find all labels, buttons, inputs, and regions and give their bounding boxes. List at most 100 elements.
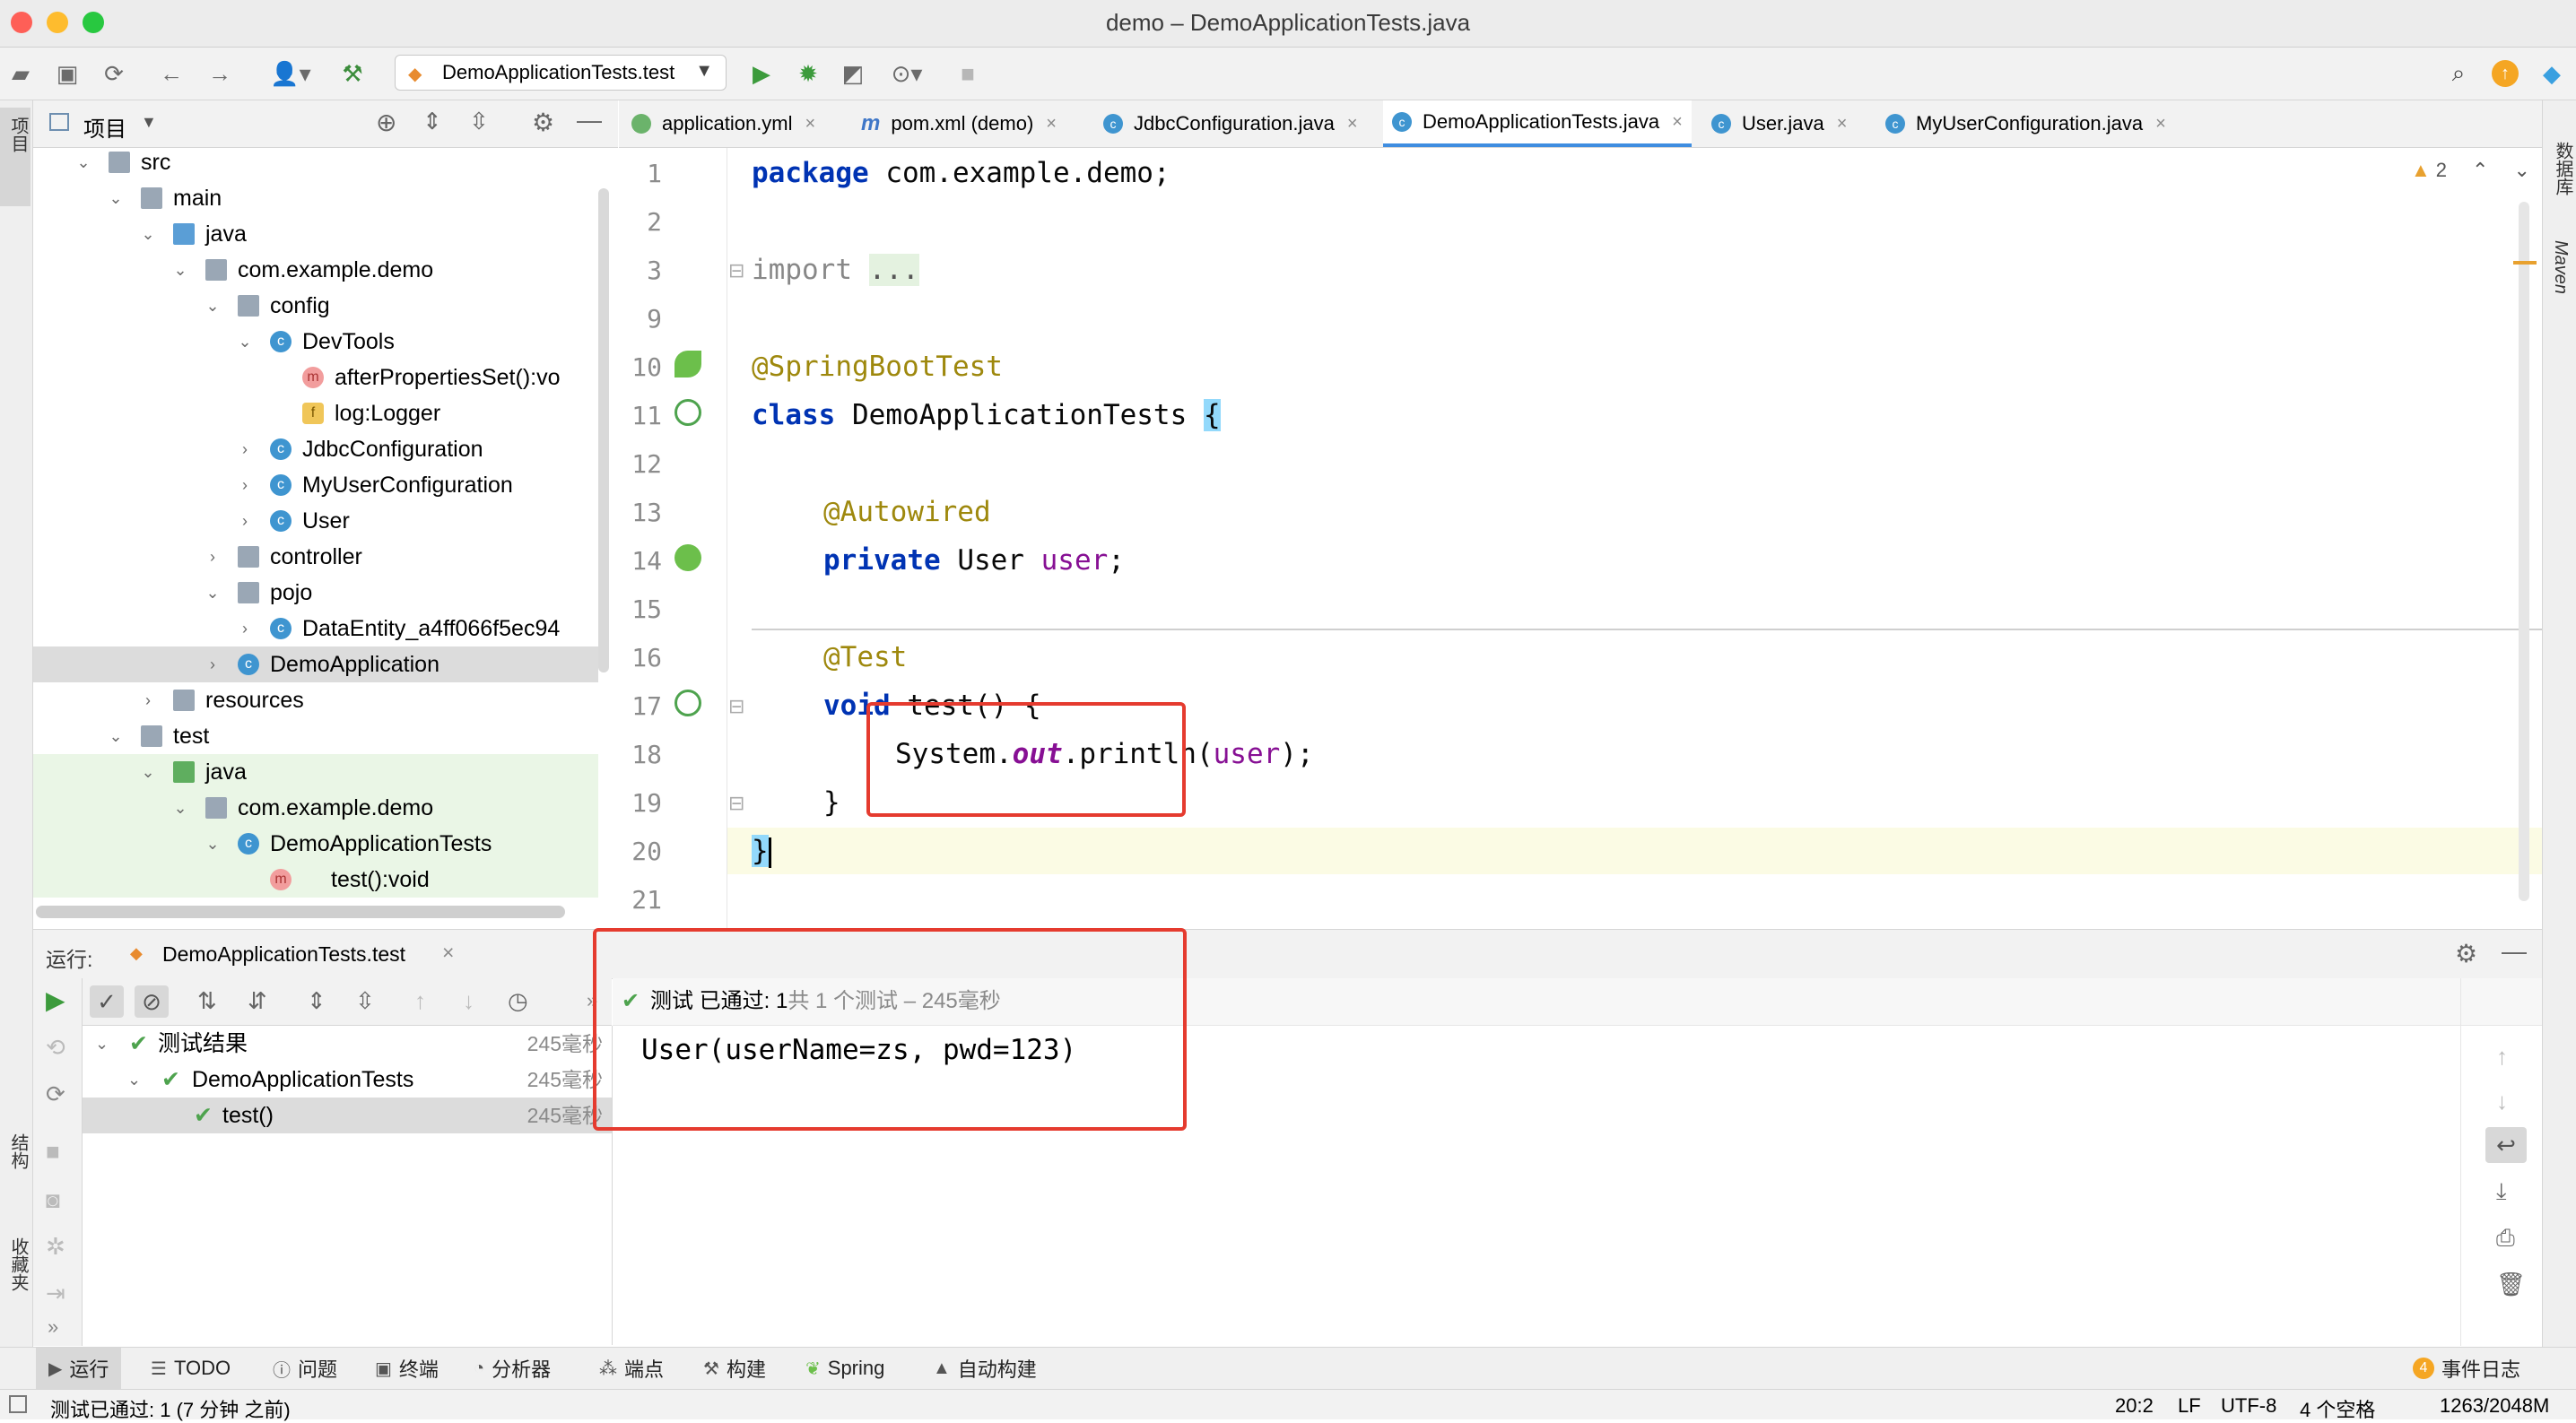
folded-imports[interactable]: ... xyxy=(868,254,919,286)
collapse-all-icon[interactable]: ⇳ xyxy=(469,108,489,135)
test-tree-class[interactable]: ⌄ ✔ DemoApplicationTests 245毫秒 xyxy=(83,1062,612,1098)
tree-item-config[interactable]: ⌄ config xyxy=(33,288,598,324)
update-icon[interactable]: ↑ xyxy=(2492,60,2519,87)
tab-spring[interactable]: ❦ Spring xyxy=(805,1348,884,1389)
sort-duration-icon[interactable]: ⇵ xyxy=(248,987,267,1015)
tab-build[interactable]: ⚒ 构建 xyxy=(703,1348,766,1389)
tab-problems[interactable]: ⓘ 问题 xyxy=(273,1348,337,1389)
tree-item-pojo[interactable]: ⌄ pojo xyxy=(33,575,598,611)
run-icon[interactable]: ▶ xyxy=(746,58,777,89)
close-icon[interactable]: × xyxy=(1046,114,1057,134)
close-icon[interactable]: × xyxy=(1837,114,1848,134)
memory-indicator[interactable]: 1263/2048M xyxy=(2440,1394,2549,1418)
project-tree-hscrollbar[interactable] xyxy=(36,906,565,918)
chevron-up-icon[interactable]: ⌃ xyxy=(2472,159,2488,182)
fold-icon[interactable]: ⊟ xyxy=(728,792,744,815)
tab-auto-build[interactable]: ▲ 自动构建 xyxy=(933,1348,1037,1389)
tree-item-resources[interactable]: › resources xyxy=(33,682,598,718)
tab-terminal[interactable]: ▣ 终端 xyxy=(375,1348,439,1389)
hide-panel-icon[interactable]: — xyxy=(2502,937,2527,966)
project-tool-button[interactable]: 项目 xyxy=(0,108,30,206)
tab-user-java[interactable]: c User.java × xyxy=(1711,100,1847,147)
autowired-gutter-icon[interactable] xyxy=(674,544,701,571)
favorites-tool-button[interactable]: 收藏夹 xyxy=(5,1237,31,1291)
coverage-icon[interactable]: ◩ xyxy=(838,58,868,89)
arrow-down-icon[interactable]: ↓ xyxy=(2496,1088,2508,1115)
scroll-to-end-icon[interactable]: ⤓ xyxy=(2496,1177,2507,1206)
jetbrains-toolbox-icon[interactable]: ◆ xyxy=(2537,58,2567,89)
warning-marker[interactable] xyxy=(2513,261,2537,265)
tree-item-demoapplicationtests[interactable]: ⌄ c DemoApplicationTests xyxy=(33,826,598,862)
fold-icon[interactable]: ⊟ xyxy=(728,695,744,718)
tree-item-test[interactable]: ⌄ test xyxy=(33,718,598,754)
tree-item-main[interactable]: ⌄ main xyxy=(33,180,598,216)
tab-run[interactable]: ▶ 运行 xyxy=(36,1348,122,1389)
inspection-widget[interactable]: ▲ 2 ⌃ ⌄ xyxy=(2411,159,2530,182)
print-icon[interactable]: ⎙ xyxy=(2496,1224,2515,1253)
line-separator[interactable]: LF xyxy=(2178,1394,2201,1418)
profile-icon[interactable]: ⊙▾ xyxy=(884,58,929,89)
tab-pom-xml[interactable]: m pom.xml (demo) × xyxy=(861,100,1057,147)
search-icon[interactable]: ⌕ xyxy=(2443,58,2474,89)
chevron-down-icon[interactable]: ▼ xyxy=(141,113,157,132)
indent-setting[interactable]: 4 个空格 xyxy=(2300,1394,2375,1423)
save-icon[interactable]: ▣ xyxy=(52,58,83,89)
history-icon[interactable]: ◷ xyxy=(508,987,528,1015)
run-test-gutter-icon[interactable] xyxy=(674,399,701,426)
fold-icon[interactable]: ⊟ xyxy=(728,259,744,282)
tree-item-src[interactable]: ⌄ src xyxy=(33,148,598,180)
back-icon[interactable]: ← xyxy=(156,58,187,89)
run-tab-label[interactable]: DemoApplicationTests.test xyxy=(162,942,405,967)
tab-myuserconfiguration[interactable]: c MyUserConfiguration.java × xyxy=(1885,100,2166,147)
debug-icon[interactable]: ✹ xyxy=(793,58,823,89)
tab-jdbcconfiguration[interactable]: c JdbcConfiguration.java × xyxy=(1103,100,1358,147)
tree-item-java[interactable]: ⌄ java xyxy=(33,216,598,252)
hide-panel-icon[interactable]: — xyxy=(577,106,602,134)
caret-position[interactable]: 20:2 xyxy=(2115,1394,2154,1418)
tree-item-user[interactable]: › c User xyxy=(33,503,598,539)
tab-demoapplicationtests[interactable]: c DemoApplicationTests.java × xyxy=(1383,100,1692,147)
tab-endpoints[interactable]: ⁂ 端点 xyxy=(599,1348,664,1389)
gear-icon[interactable]: ⚙ xyxy=(2455,939,2477,968)
camera-icon[interactable]: ◙ xyxy=(46,1186,60,1214)
tree-item-controller[interactable]: › controller xyxy=(33,539,598,575)
build-hammer-icon[interactable]: ⚒ xyxy=(337,58,368,89)
tree-item-demoapplication[interactable]: › c DemoApplication xyxy=(33,646,598,682)
tab-profiler[interactable]: ◔ 分析器 xyxy=(474,1348,551,1389)
arrow-up-icon[interactable]: ↑ xyxy=(414,987,426,1015)
tree-item-test-java[interactable]: ⌄ java xyxy=(33,754,598,790)
maven-tool-button[interactable]: Maven xyxy=(2550,240,2571,294)
locate-icon[interactable]: ⊕ xyxy=(376,108,396,137)
tree-item-myuserconfiguration[interactable]: › c MyUserConfiguration xyxy=(33,467,598,503)
settings-icon[interactable]: ✲ xyxy=(46,1233,65,1261)
close-icon[interactable]: × xyxy=(805,114,816,134)
code-editor[interactable]: 1 2 3 9 10 11 12 13 14 15 16 17 18 19 20… xyxy=(619,148,2542,928)
close-icon[interactable]: × xyxy=(1672,112,1683,133)
status-message[interactable]: 测试已通过: 1 (7 分钟 之前) xyxy=(50,1394,291,1423)
expand-all-icon[interactable]: ⇕ xyxy=(307,987,326,1015)
tab-todo[interactable]: ☰ TODO xyxy=(151,1348,231,1389)
editor-scrollbar[interactable] xyxy=(2519,202,2529,901)
run-test-gutter-icon[interactable] xyxy=(674,690,701,716)
tree-item-log[interactable]: f log:Logger xyxy=(33,395,598,431)
console-output[interactable]: ✔ 测试 已通过: 1共 1 个测试 – 245毫秒 User(userName… xyxy=(593,928,2542,1346)
exit-icon[interactable]: ⇥ xyxy=(46,1280,65,1307)
structure-tool-button[interactable]: 结构 xyxy=(5,1133,31,1169)
trash-icon[interactable]: 🗑 xyxy=(2496,1271,2526,1298)
rerun-icon[interactable]: ▶ xyxy=(46,985,65,1015)
toggle-tool-windows-icon[interactable] xyxy=(9,1395,27,1413)
toggle-autotest-icon[interactable]: ⟳ xyxy=(46,1080,65,1108)
arrow-down-icon[interactable]: ↓ xyxy=(463,987,474,1015)
close-icon[interactable]: × xyxy=(1347,114,1358,134)
close-icon[interactable]: × xyxy=(2155,114,2166,134)
user-menu-icon[interactable]: 👤▾ xyxy=(264,58,318,89)
tree-item-afterpropertiesset[interactable]: m afterPropertiesSet():vo xyxy=(33,360,598,395)
test-tree-root[interactable]: ⌄ ✔ 测试结果 245毫秒 xyxy=(83,1026,612,1062)
stop-icon[interactable]: ■ xyxy=(46,1138,60,1166)
tree-item-devtools[interactable]: ⌄ c DevTools xyxy=(33,324,598,360)
close-icon[interactable]: × xyxy=(442,941,454,965)
tree-item-test-package[interactable]: ⌄ com.example.demo xyxy=(33,790,598,826)
run-configuration-select[interactable]: ◆ DemoApplicationTests.test ▼ xyxy=(395,55,727,91)
event-log-button[interactable]: 4 事件日志 xyxy=(2413,1348,2520,1389)
tree-item-dataentity[interactable]: › c DataEntity_a4ff066f5ec94 xyxy=(33,611,598,646)
